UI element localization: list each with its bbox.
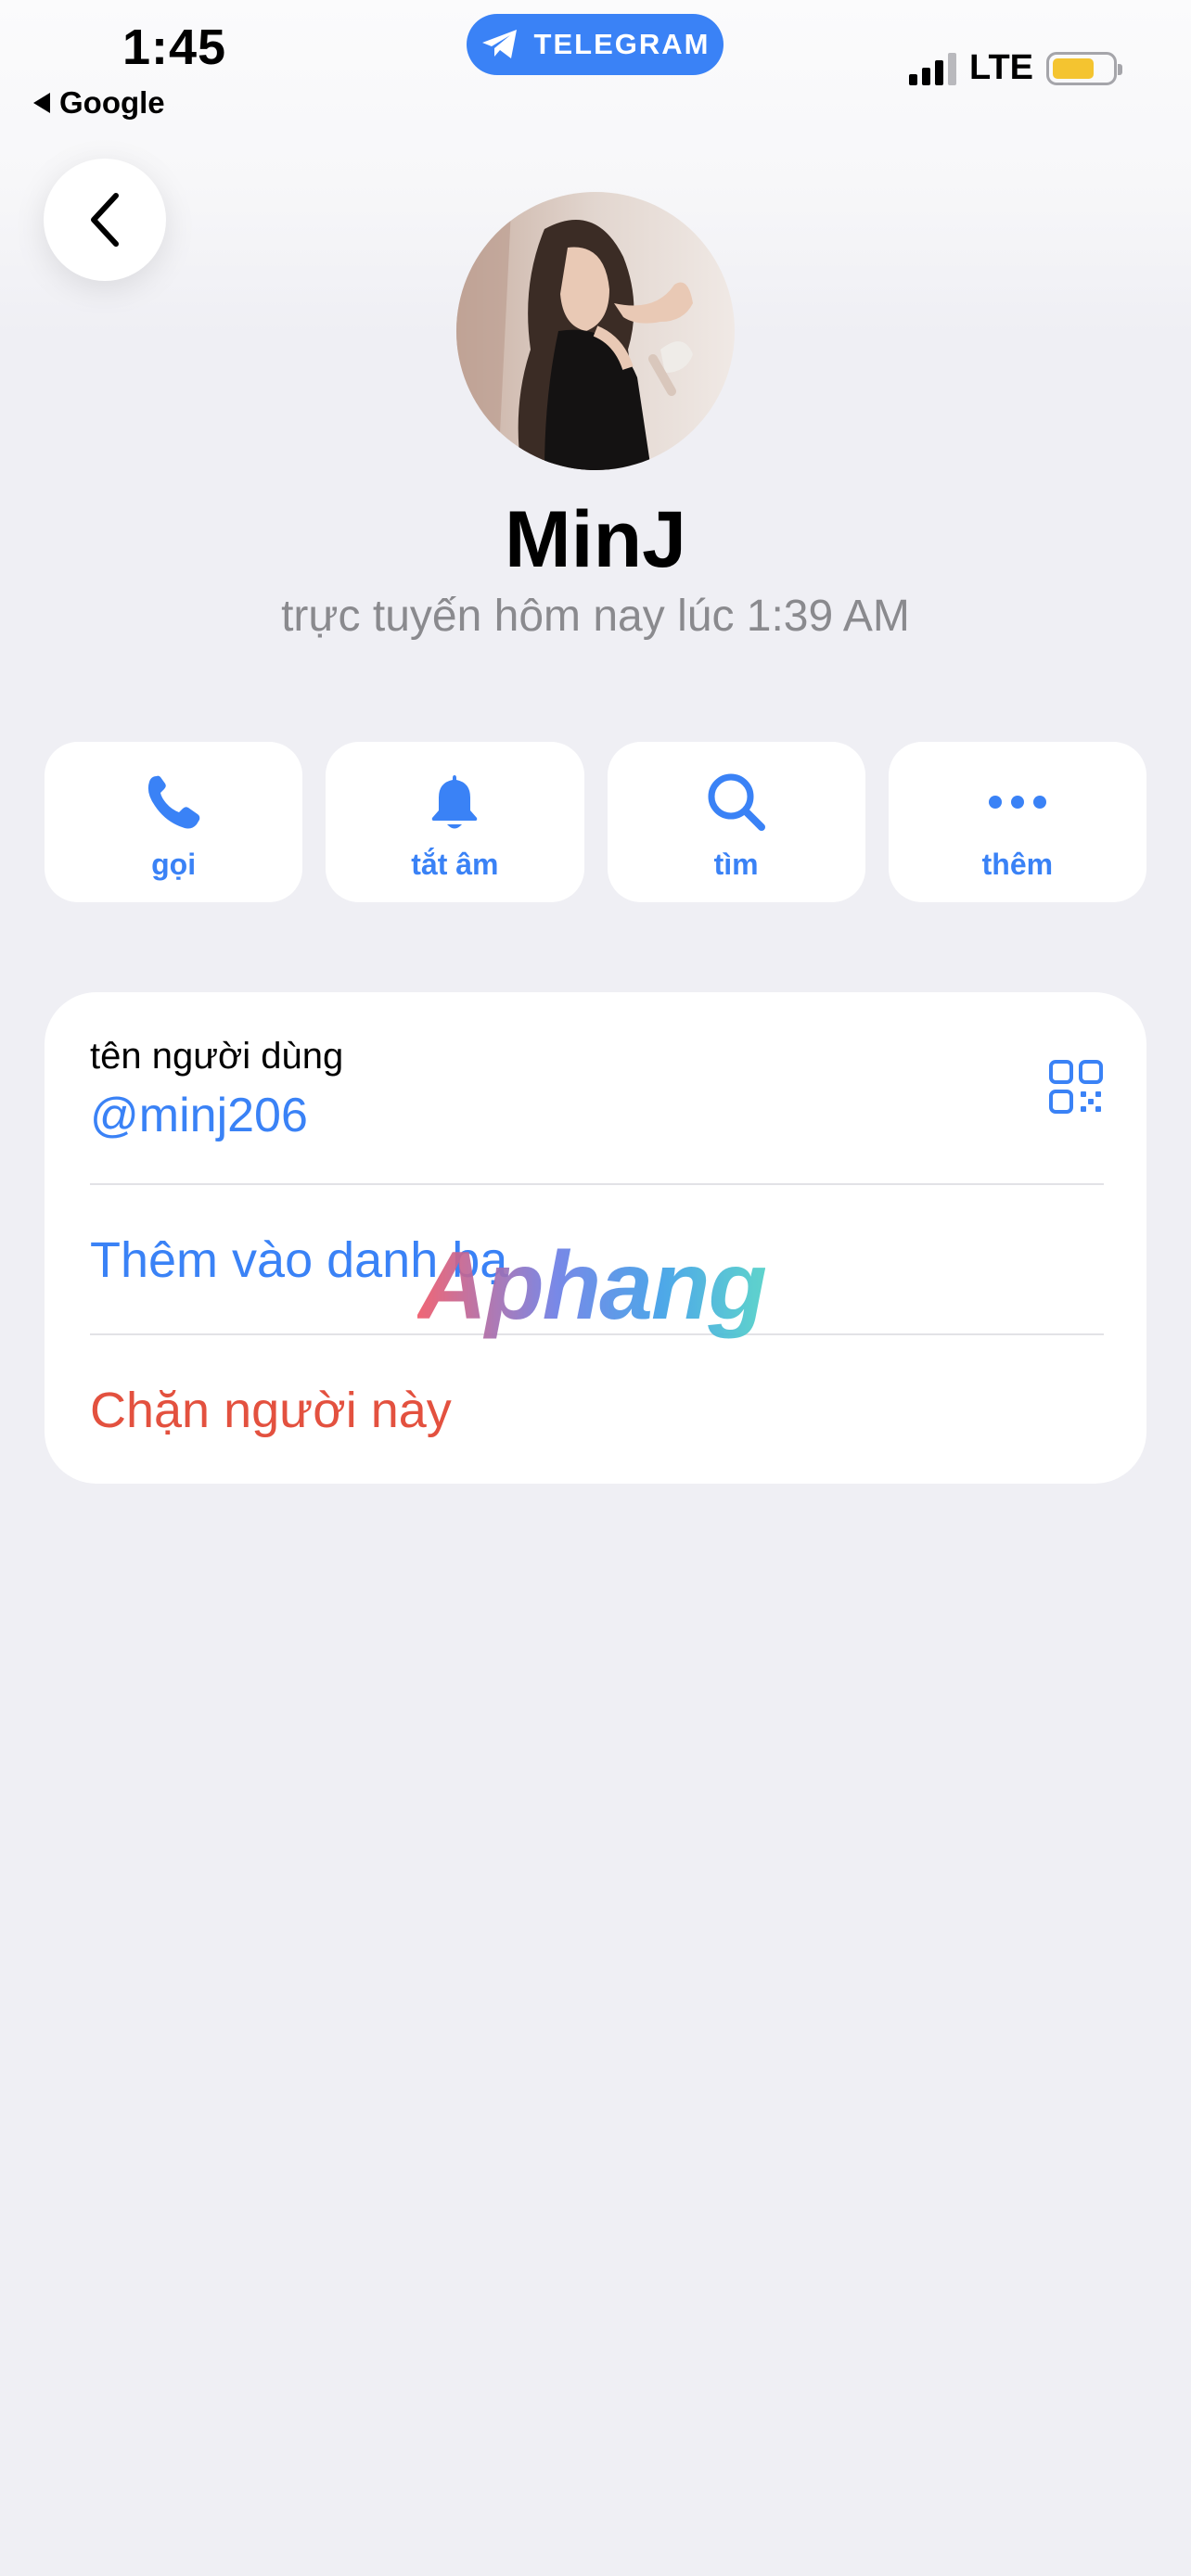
back-triangle-icon [33,93,50,113]
more-label: thêm [981,848,1054,881]
search-icon [708,773,765,831]
status-time: 1:45 [122,19,227,75]
username-value[interactable]: @minj206 [90,1088,308,1143]
status-indicators: LTE [909,48,1122,88]
watermark-logo: Aphang [417,1232,767,1340]
network-label: LTE [969,48,1033,87]
phone-icon [147,775,200,829]
divider [90,1183,1104,1185]
back-to-app-link[interactable]: Google [33,85,165,121]
call-button[interactable]: gọi [45,742,303,902]
mute-button[interactable]: tắt âm [326,742,584,902]
signal-icon [909,52,957,85]
chevron-left-icon [91,193,119,247]
more-icon [988,796,1046,809]
telegram-plane-icon [481,30,517,58]
qr-code-icon [1049,1060,1103,1114]
search-label: tìm [713,848,759,881]
telegram-pill-label: TELEGRAM [533,28,711,60]
more-button[interactable]: thêm [888,742,1146,902]
call-label: gọi [151,848,197,881]
username-caption: tên người dùng [90,1036,344,1077]
back-button[interactable] [44,159,166,281]
qr-code-button[interactable] [1048,1059,1104,1115]
profile-screen: 1:45 Google TELEGRAM LTE MinJ trực tuyến… [0,0,1191,2576]
avatar[interactable] [456,192,735,470]
profile-name: MinJ [505,495,686,584]
block-user-button[interactable]: Chặn người này [90,1382,452,1439]
search-button[interactable]: tìm [607,742,865,902]
telegram-pill[interactable]: TELEGRAM [467,14,724,75]
back-app-label: Google [59,85,165,120]
mute-label: tắt âm [411,848,499,881]
username-row[interactable]: tên người dùng @minj206 [45,992,1146,1183]
avatar-photo [456,192,735,470]
action-bar: gọi tắt âm tìm thêm [45,742,1146,902]
bell-icon [432,775,478,829]
battery-icon [1046,51,1122,85]
last-seen-status: trực tuyến hôm nay lúc 1:39 AM [281,592,910,641]
